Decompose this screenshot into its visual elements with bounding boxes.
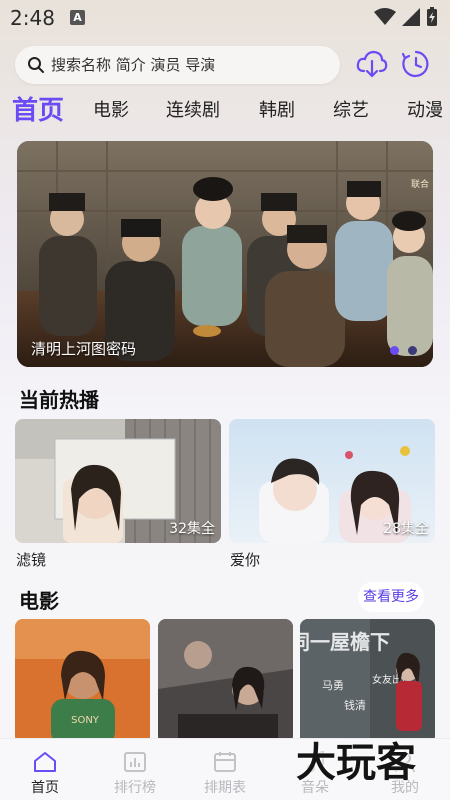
hot-card-1-title[interactable]: 滤镜 xyxy=(16,549,46,570)
tab-kdrama[interactable]: 韩剧 xyxy=(259,96,295,122)
nav-schedule[interactable]: 排期表 xyxy=(180,739,270,800)
chart-icon xyxy=(124,752,146,772)
poster-logo-text: SONY xyxy=(71,715,100,726)
movie-card-2[interactable] xyxy=(158,619,293,744)
home-icon xyxy=(34,752,56,772)
nav-schedule-label: 排期表 xyxy=(204,780,246,796)
movie-card-2-poster xyxy=(158,619,293,744)
section-title-movies: 电影 xyxy=(19,589,59,613)
search-input[interactable] xyxy=(51,56,321,74)
banner-image xyxy=(17,141,433,367)
nav-home-label: 首页 xyxy=(31,780,59,796)
status-icons xyxy=(374,7,438,27)
carousel-indicator xyxy=(390,346,417,355)
hot-card-2-title[interactable]: 爱你 xyxy=(230,549,260,570)
tab-series[interactable]: 连续剧 xyxy=(166,96,220,122)
watermark-logo: 大玩客 xyxy=(296,740,416,786)
hot-card-2[interactable]: 28集全 xyxy=(229,419,435,543)
status-bar: 2:48 A xyxy=(0,0,450,36)
banner-caption: 清明上河图密码 xyxy=(31,340,137,358)
search-bar[interactable] xyxy=(15,46,340,84)
search-icon xyxy=(28,57,44,73)
category-tabs: 首页 电影 连续剧 韩剧 综艺 动漫 xyxy=(0,88,450,130)
notification-a-icon: A xyxy=(70,10,85,25)
cloud-download-icon xyxy=(356,50,388,78)
hot-card-1[interactable]: 32集全 xyxy=(15,419,221,543)
status-time: 2:48 xyxy=(10,6,55,30)
tab-variety[interactable]: 综艺 xyxy=(333,96,369,122)
download-button[interactable] xyxy=(356,48,388,80)
episode-badge: 28集全 xyxy=(383,521,429,537)
tab-movies[interactable]: 电影 xyxy=(93,96,129,122)
banner-corner-text: 联合 xyxy=(410,180,429,190)
section-title-hot: 当前热播 xyxy=(19,388,99,412)
poster-actor-2: 钱清 xyxy=(344,698,366,712)
movie-card-1[interactable]: SONY xyxy=(15,619,150,744)
carousel-dot-1[interactable] xyxy=(390,346,399,355)
nav-ranking-label: 排行榜 xyxy=(114,780,156,796)
poster-title-text: 同一屋檐下 xyxy=(300,630,390,654)
view-more-button[interactable]: 查看更多 xyxy=(358,582,424,612)
nav-home[interactable]: 首页 xyxy=(0,739,90,800)
clock-icon xyxy=(401,50,429,78)
history-button[interactable] xyxy=(400,48,432,80)
movie-card-1-poster: SONY xyxy=(15,619,150,744)
tab-anime[interactable]: 动漫 xyxy=(407,96,443,122)
nav-ranking[interactable]: 排行榜 xyxy=(90,739,180,800)
wifi-icon xyxy=(374,8,396,25)
episode-badge: 32集全 xyxy=(169,521,215,537)
poster-actor-1: 马勇 xyxy=(322,679,344,692)
banner-carousel[interactable]: 联合 清明上河图密码 xyxy=(17,141,433,367)
battery-icon xyxy=(427,7,437,26)
movie-card-3[interactable]: 同一屋檐下 马勇 钱清 女友出门 xyxy=(300,619,435,744)
signal-icon xyxy=(402,8,420,26)
carousel-dot-2[interactable] xyxy=(408,346,417,355)
tab-home[interactable]: 首页 xyxy=(12,90,64,127)
movie-card-3-poster: 同一屋檐下 马勇 钱清 女友出门 xyxy=(300,619,435,744)
calendar-icon xyxy=(214,752,236,772)
